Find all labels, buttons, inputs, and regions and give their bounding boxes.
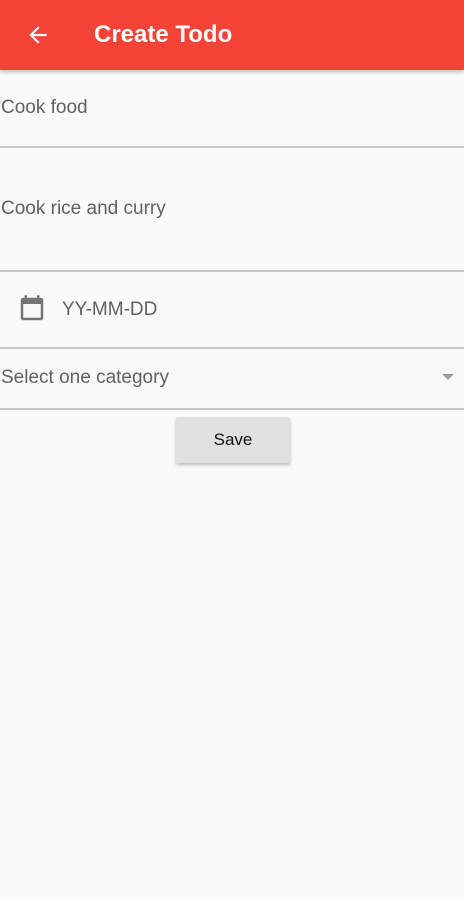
arrow-left-icon xyxy=(29,26,47,44)
create-todo-screen: Create Todo Cook food Cook rice and curr… xyxy=(0,0,464,900)
todo-title-field[interactable]: Cook food xyxy=(0,72,464,148)
todo-date-field[interactable]: YY-MM-DD xyxy=(0,272,464,349)
app-bar: Create Todo xyxy=(0,0,464,70)
back-button[interactable] xyxy=(22,19,54,51)
category-dropdown[interactable]: Select one category xyxy=(0,349,464,410)
calendar-icon[interactable] xyxy=(17,294,47,324)
todo-description-field[interactable]: Cook rice and curry xyxy=(0,148,464,272)
todo-date-placeholder: YY-MM-DD xyxy=(62,299,158,320)
dropdown-arrow-icon xyxy=(442,374,454,380)
todo-description-value: Cook rice and curry xyxy=(1,198,166,219)
todo-title-value: Cook food xyxy=(1,97,88,118)
category-placeholder: Select one category xyxy=(1,367,169,388)
save-button[interactable]: Save xyxy=(176,417,290,463)
page-title: Create Todo xyxy=(94,21,233,48)
